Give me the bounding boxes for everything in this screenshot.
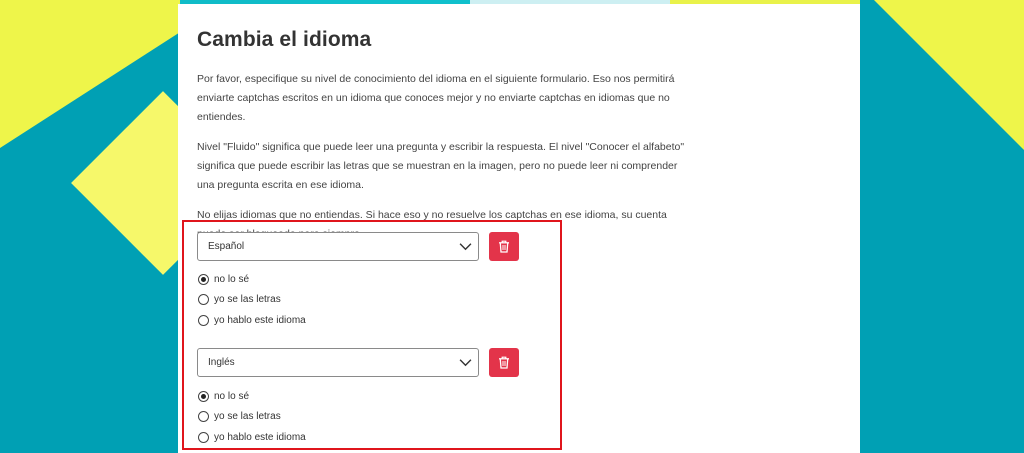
background-yellow-triangle-right: [874, 0, 1024, 150]
intro-paragraph: Por favor, especifique su nivel de conoc…: [197, 73, 675, 123]
levels-paragraph: Nivel "Fluido" significa que puede leer …: [197, 141, 685, 191]
highlight-frame: [182, 220, 562, 450]
page-title: Cambia el idioma: [197, 28, 372, 51]
